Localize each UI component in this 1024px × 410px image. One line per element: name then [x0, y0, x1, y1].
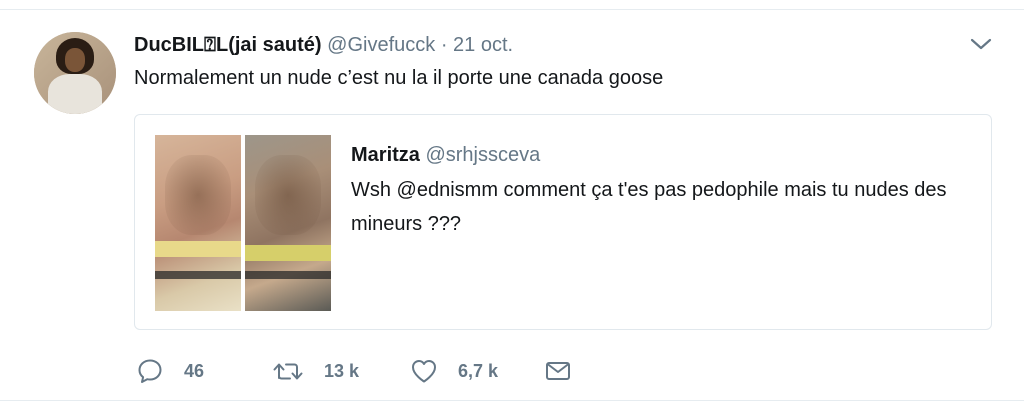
- retweet-button[interactable]: 13 k: [272, 354, 359, 388]
- tweet-date[interactable]: 21 oct.: [453, 34, 513, 56]
- quoted-tweet-media[interactable]: [155, 135, 331, 311]
- quoted-tweet-card[interactable]: Maritza @srhjssceva Wsh @ednismm comment…: [134, 114, 992, 330]
- quoted-tweet-author: Maritza @srhjssceva: [351, 143, 540, 167]
- reply-icon: [136, 357, 164, 385]
- quoted-user-handle[interactable]: @srhjssceva: [425, 144, 540, 166]
- direct-message-button[interactable]: [544, 354, 572, 388]
- envelope-icon: [544, 357, 572, 385]
- tweet-text: Normalement un nude c’est nu la il porte…: [134, 67, 664, 89]
- heart-icon: [410, 357, 438, 385]
- avatar[interactable]: [34, 32, 116, 114]
- display-name[interactable]: DucBIL⍰L(jai sauté): [134, 34, 322, 56]
- quoted-display-name[interactable]: Maritza: [351, 144, 420, 166]
- quoted-tweet-text: Wsh @ednismm comment ça t'es pas pedophi…: [351, 179, 947, 235]
- user-handle[interactable]: @Givefucck: [327, 34, 435, 56]
- tweet-page: DucBIL⍰L(jai sauté) @Givefucck · 21 oct.…: [0, 0, 1024, 410]
- like-count: 6,7 k: [458, 361, 499, 381]
- retweet-icon: [272, 357, 304, 385]
- media-photo[interactable]: [245, 135, 331, 311]
- top-divider: [0, 9, 1024, 10]
- media-photo[interactable]: [155, 135, 241, 311]
- like-button[interactable]: 6,7 k: [410, 354, 498, 388]
- retweet-count: 13 k: [324, 361, 360, 381]
- reply-count: 46: [184, 361, 205, 381]
- tweet-actions: 46 13 k 6,7 k: [134, 354, 634, 388]
- bottom-divider: [0, 400, 1024, 401]
- reply-button[interactable]: 46: [136, 354, 204, 388]
- tweet-header: DucBIL⍰L(jai sauté) @Givefucck · 21 oct.: [134, 33, 513, 57]
- separator-dot: ·: [440, 34, 448, 56]
- chevron-down-icon[interactable]: [968, 34, 994, 54]
